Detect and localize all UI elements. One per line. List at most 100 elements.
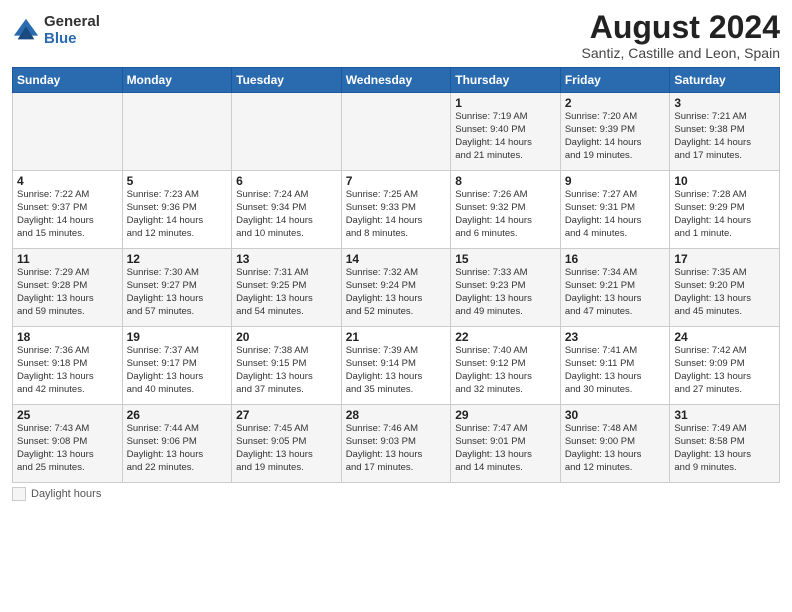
table-row: 20Sunrise: 7:38 AM Sunset: 9:15 PM Dayli… bbox=[232, 327, 342, 405]
table-row: 21Sunrise: 7:39 AM Sunset: 9:14 PM Dayli… bbox=[341, 327, 451, 405]
day-number: 26 bbox=[127, 408, 228, 422]
header-wednesday: Wednesday bbox=[341, 68, 451, 93]
day-info: Sunrise: 7:34 AM Sunset: 9:21 PM Dayligh… bbox=[565, 267, 666, 318]
table-row: 4Sunrise: 7:22 AM Sunset: 9:37 PM Daylig… bbox=[13, 171, 123, 249]
day-info: Sunrise: 7:32 AM Sunset: 9:24 PM Dayligh… bbox=[346, 267, 447, 318]
legend: Daylight hours bbox=[12, 487, 780, 501]
table-row: 8Sunrise: 7:26 AM Sunset: 9:32 PM Daylig… bbox=[451, 171, 561, 249]
calendar-week-row: 25Sunrise: 7:43 AM Sunset: 9:08 PM Dayli… bbox=[13, 405, 780, 483]
day-number: 8 bbox=[455, 174, 556, 188]
day-number: 23 bbox=[565, 330, 666, 344]
table-row: 9Sunrise: 7:27 AM Sunset: 9:31 PM Daylig… bbox=[560, 171, 670, 249]
calendar-week-row: 18Sunrise: 7:36 AM Sunset: 9:18 PM Dayli… bbox=[13, 327, 780, 405]
calendar-week-row: 4Sunrise: 7:22 AM Sunset: 9:37 PM Daylig… bbox=[13, 171, 780, 249]
page-container: General Blue August 2024 Santiz, Castill… bbox=[0, 0, 792, 509]
logo-text: General Blue bbox=[44, 14, 100, 47]
table-row: 18Sunrise: 7:36 AM Sunset: 9:18 PM Dayli… bbox=[13, 327, 123, 405]
logo-blue: Blue bbox=[44, 31, 100, 48]
day-info: Sunrise: 7:25 AM Sunset: 9:33 PM Dayligh… bbox=[346, 189, 447, 240]
table-row: 25Sunrise: 7:43 AM Sunset: 9:08 PM Dayli… bbox=[13, 405, 123, 483]
table-row: 11Sunrise: 7:29 AM Sunset: 9:28 PM Dayli… bbox=[13, 249, 123, 327]
day-info: Sunrise: 7:23 AM Sunset: 9:36 PM Dayligh… bbox=[127, 189, 228, 240]
day-number: 10 bbox=[674, 174, 775, 188]
table-row bbox=[341, 93, 451, 171]
table-row: 13Sunrise: 7:31 AM Sunset: 9:25 PM Dayli… bbox=[232, 249, 342, 327]
day-info: Sunrise: 7:45 AM Sunset: 9:05 PM Dayligh… bbox=[236, 423, 337, 474]
day-info: Sunrise: 7:48 AM Sunset: 9:00 PM Dayligh… bbox=[565, 423, 666, 474]
header-sunday: Sunday bbox=[13, 68, 123, 93]
month-year-title: August 2024 bbox=[582, 10, 780, 45]
day-info: Sunrise: 7:37 AM Sunset: 9:17 PM Dayligh… bbox=[127, 345, 228, 396]
table-row: 12Sunrise: 7:30 AM Sunset: 9:27 PM Dayli… bbox=[122, 249, 232, 327]
day-number: 4 bbox=[17, 174, 118, 188]
day-number: 20 bbox=[236, 330, 337, 344]
header-thursday: Thursday bbox=[451, 68, 561, 93]
table-row: 14Sunrise: 7:32 AM Sunset: 9:24 PM Dayli… bbox=[341, 249, 451, 327]
day-number: 5 bbox=[127, 174, 228, 188]
day-info: Sunrise: 7:30 AM Sunset: 9:27 PM Dayligh… bbox=[127, 267, 228, 318]
day-info: Sunrise: 7:28 AM Sunset: 9:29 PM Dayligh… bbox=[674, 189, 775, 240]
day-info: Sunrise: 7:39 AM Sunset: 9:14 PM Dayligh… bbox=[346, 345, 447, 396]
calendar-week-row: 11Sunrise: 7:29 AM Sunset: 9:28 PM Dayli… bbox=[13, 249, 780, 327]
day-info: Sunrise: 7:40 AM Sunset: 9:12 PM Dayligh… bbox=[455, 345, 556, 396]
day-info: Sunrise: 7:43 AM Sunset: 9:08 PM Dayligh… bbox=[17, 423, 118, 474]
table-row: 26Sunrise: 7:44 AM Sunset: 9:06 PM Dayli… bbox=[122, 405, 232, 483]
table-row: 29Sunrise: 7:47 AM Sunset: 9:01 PM Dayli… bbox=[451, 405, 561, 483]
table-row bbox=[13, 93, 123, 171]
day-number: 15 bbox=[455, 252, 556, 266]
title-block: August 2024 Santiz, Castille and Leon, S… bbox=[582, 10, 780, 61]
day-info: Sunrise: 7:21 AM Sunset: 9:38 PM Dayligh… bbox=[674, 111, 775, 162]
table-row: 16Sunrise: 7:34 AM Sunset: 9:21 PM Dayli… bbox=[560, 249, 670, 327]
day-info: Sunrise: 7:46 AM Sunset: 9:03 PM Dayligh… bbox=[346, 423, 447, 474]
day-info: Sunrise: 7:19 AM Sunset: 9:40 PM Dayligh… bbox=[455, 111, 556, 162]
table-row: 19Sunrise: 7:37 AM Sunset: 9:17 PM Dayli… bbox=[122, 327, 232, 405]
day-number: 1 bbox=[455, 96, 556, 110]
day-info: Sunrise: 7:35 AM Sunset: 9:20 PM Dayligh… bbox=[674, 267, 775, 318]
header-saturday: Saturday bbox=[670, 68, 780, 93]
table-row: 2Sunrise: 7:20 AM Sunset: 9:39 PM Daylig… bbox=[560, 93, 670, 171]
table-row: 24Sunrise: 7:42 AM Sunset: 9:09 PM Dayli… bbox=[670, 327, 780, 405]
calendar-table: Sunday Monday Tuesday Wednesday Thursday… bbox=[12, 67, 780, 483]
header-tuesday: Tuesday bbox=[232, 68, 342, 93]
day-info: Sunrise: 7:24 AM Sunset: 9:34 PM Dayligh… bbox=[236, 189, 337, 240]
calendar-header-row: Sunday Monday Tuesday Wednesday Thursday… bbox=[13, 68, 780, 93]
table-row: 15Sunrise: 7:33 AM Sunset: 9:23 PM Dayli… bbox=[451, 249, 561, 327]
day-info: Sunrise: 7:49 AM Sunset: 8:58 PM Dayligh… bbox=[674, 423, 775, 474]
header-friday: Friday bbox=[560, 68, 670, 93]
table-row: 6Sunrise: 7:24 AM Sunset: 9:34 PM Daylig… bbox=[232, 171, 342, 249]
location-subtitle: Santiz, Castille and Leon, Spain bbox=[582, 45, 780, 61]
table-row: 30Sunrise: 7:48 AM Sunset: 9:00 PM Dayli… bbox=[560, 405, 670, 483]
calendar-week-row: 1Sunrise: 7:19 AM Sunset: 9:40 PM Daylig… bbox=[13, 93, 780, 171]
day-number: 18 bbox=[17, 330, 118, 344]
day-number: 3 bbox=[674, 96, 775, 110]
day-info: Sunrise: 7:20 AM Sunset: 9:39 PM Dayligh… bbox=[565, 111, 666, 162]
table-row: 7Sunrise: 7:25 AM Sunset: 9:33 PM Daylig… bbox=[341, 171, 451, 249]
day-number: 21 bbox=[346, 330, 447, 344]
day-info: Sunrise: 7:38 AM Sunset: 9:15 PM Dayligh… bbox=[236, 345, 337, 396]
table-row: 23Sunrise: 7:41 AM Sunset: 9:11 PM Dayli… bbox=[560, 327, 670, 405]
day-number: 29 bbox=[455, 408, 556, 422]
day-number: 7 bbox=[346, 174, 447, 188]
day-info: Sunrise: 7:41 AM Sunset: 9:11 PM Dayligh… bbox=[565, 345, 666, 396]
day-info: Sunrise: 7:33 AM Sunset: 9:23 PM Dayligh… bbox=[455, 267, 556, 318]
table-row: 3Sunrise: 7:21 AM Sunset: 9:38 PM Daylig… bbox=[670, 93, 780, 171]
table-row bbox=[122, 93, 232, 171]
day-number: 24 bbox=[674, 330, 775, 344]
table-row: 10Sunrise: 7:28 AM Sunset: 9:29 PM Dayli… bbox=[670, 171, 780, 249]
day-info: Sunrise: 7:27 AM Sunset: 9:31 PM Dayligh… bbox=[565, 189, 666, 240]
day-info: Sunrise: 7:44 AM Sunset: 9:06 PM Dayligh… bbox=[127, 423, 228, 474]
table-row: 31Sunrise: 7:49 AM Sunset: 8:58 PM Dayli… bbox=[670, 405, 780, 483]
day-info: Sunrise: 7:36 AM Sunset: 9:18 PM Dayligh… bbox=[17, 345, 118, 396]
day-number: 31 bbox=[674, 408, 775, 422]
legend-box bbox=[12, 487, 26, 501]
day-number: 25 bbox=[17, 408, 118, 422]
day-number: 27 bbox=[236, 408, 337, 422]
day-number: 11 bbox=[17, 252, 118, 266]
table-row: 1Sunrise: 7:19 AM Sunset: 9:40 PM Daylig… bbox=[451, 93, 561, 171]
logo-icon bbox=[12, 17, 40, 45]
day-info: Sunrise: 7:29 AM Sunset: 9:28 PM Dayligh… bbox=[17, 267, 118, 318]
legend-label: Daylight hours bbox=[31, 488, 101, 500]
day-number: 12 bbox=[127, 252, 228, 266]
day-number: 28 bbox=[346, 408, 447, 422]
table-row: 28Sunrise: 7:46 AM Sunset: 9:03 PM Dayli… bbox=[341, 405, 451, 483]
